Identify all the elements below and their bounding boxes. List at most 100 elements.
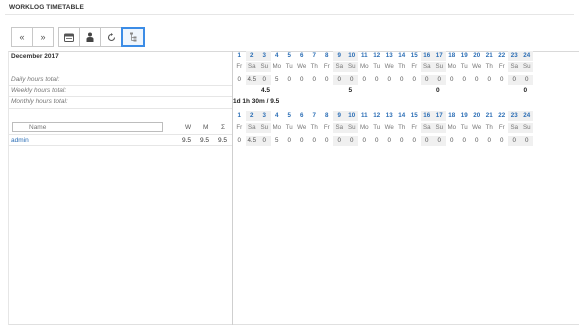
daily-total-cell: 0 — [508, 75, 521, 85]
weekly-total-value: 5 — [348, 87, 353, 94]
user-day-cell[interactable]: 0 — [358, 136, 371, 146]
day-number: 19 — [460, 112, 468, 119]
day-of-week: Su — [520, 62, 533, 72]
user-day-cell[interactable]: 0 — [408, 136, 421, 146]
col-head-total: Σ — [221, 124, 226, 131]
user-day-cell[interactable]: 0 — [496, 136, 509, 146]
day-number: 17 — [433, 51, 446, 61]
user-day-cell[interactable]: 0 — [383, 136, 396, 146]
user-day-cell[interactable]: 0 — [520, 136, 533, 146]
double-chevron-right-icon: » — [40, 32, 46, 42]
day-of-week: Fr — [498, 63, 505, 70]
daily-total-cell: 0 — [420, 75, 433, 85]
weekly-total-value: 0 — [436, 87, 440, 94]
day-number: 17 — [433, 111, 446, 121]
day-number: 13 — [385, 112, 393, 119]
daily-total-cell: 0 — [387, 76, 391, 83]
day-of-week: Th — [398, 63, 406, 70]
user-day-cell[interactable]: 0 — [471, 136, 484, 146]
user-day-cell[interactable]: 0 — [396, 136, 409, 146]
day-number: 1 — [237, 52, 241, 59]
day-of-week: We — [384, 124, 394, 131]
day-number: 23 — [508, 111, 521, 121]
user-day-cell[interactable]: 0 — [233, 136, 246, 146]
daily-total-cell: 0 — [433, 75, 446, 85]
day-of-week: Su — [520, 123, 533, 133]
daily-total-cell: 0 — [325, 76, 329, 83]
user-day-cell[interactable]: 0 — [433, 136, 446, 146]
day-of-week: Fr — [236, 63, 243, 70]
daily-total-cell: 0 — [258, 75, 271, 85]
day-of-week: We — [384, 63, 394, 70]
day-number: 21 — [485, 112, 493, 119]
panel-splitter[interactable] — [232, 51, 233, 325]
user-day-cell[interactable]: 0 — [321, 136, 334, 146]
day-number: 22 — [498, 52, 506, 59]
day-of-week: Su — [345, 123, 358, 133]
user-day-cell[interactable]: 0 — [508, 136, 521, 146]
day-number: 6 — [300, 52, 304, 59]
monthly-total-label: Monthly hours total: — [11, 98, 68, 105]
row-divider — [8, 96, 232, 97]
day-number: 5 — [287, 52, 291, 59]
user-day-cell[interactable]: 0 — [296, 136, 309, 146]
day-number: 8 — [325, 52, 329, 59]
refresh-button[interactable] — [100, 27, 122, 47]
user-day-cell[interactable]: 0 — [258, 136, 271, 146]
day-of-week: Tu — [285, 63, 293, 70]
daily-total-cell: 0 — [400, 76, 404, 83]
daily-total-cell: 0 — [333, 75, 346, 85]
monthly-total-value: 1d 1h 30m / 9.5 — [233, 98, 280, 105]
user-day-cell[interactable]: 4.5 — [245, 136, 258, 146]
day-of-week: We — [297, 124, 307, 131]
user-icon — [86, 32, 94, 42]
name-filter-input[interactable] — [12, 122, 163, 132]
day-number: 4 — [275, 112, 279, 119]
user-day-cell[interactable]: 0 — [483, 136, 496, 146]
day-of-week: Th — [310, 63, 318, 70]
day-number: 21 — [485, 52, 493, 59]
next-month-button[interactable]: » — [32, 27, 54, 47]
user-day-cell[interactable]: 0 — [308, 136, 321, 146]
day-of-week: Fr — [323, 63, 330, 70]
tree-view-button[interactable] — [121, 27, 145, 47]
user-day-cell[interactable]: 0 — [420, 136, 433, 146]
day-number: 16 — [420, 51, 433, 61]
day-number: 9 — [333, 111, 346, 121]
daily-total-cell: 0 — [412, 76, 416, 83]
day-of-week: Sa — [420, 62, 433, 72]
row-divider — [8, 134, 232, 135]
day-number: 20 — [473, 112, 481, 119]
tree-icon — [130, 32, 137, 42]
daily-total-cell: 0 — [312, 76, 316, 83]
day-of-week: Mo — [447, 63, 457, 70]
day-of-week: Fr — [411, 63, 418, 70]
daily-total-label: Daily hours total: — [11, 76, 60, 83]
daily-total-cell: 0 — [487, 76, 491, 83]
previous-month-button[interactable]: « — [11, 27, 33, 47]
calendar-button[interactable] — [58, 27, 80, 47]
user-day-cell[interactable]: 0 — [371, 136, 384, 146]
toolbar: « » — [11, 27, 145, 47]
daily-total-cell: 0 — [500, 76, 504, 83]
day-of-week: Tu — [460, 124, 468, 131]
user-button[interactable] — [79, 27, 101, 47]
day-of-week: Tu — [373, 124, 381, 131]
user-day-cell[interactable]: 0 — [458, 136, 471, 146]
day-of-week: Su — [258, 62, 271, 72]
user-day-cell[interactable]: 5 — [271, 136, 284, 146]
user-day-cell[interactable]: 0 — [345, 136, 358, 146]
user-day-cell[interactable]: 0 — [283, 136, 296, 146]
user-day-cell[interactable]: 0 — [446, 136, 459, 146]
daily-total-cell: 0 — [450, 76, 454, 83]
day-number: 3 — [258, 51, 271, 61]
daily-total-cell: 0 — [287, 76, 291, 83]
day-of-week: Fr — [323, 124, 330, 131]
day-number: 8 — [325, 112, 329, 119]
day-number: 5 — [287, 112, 291, 119]
user-day-cell[interactable]: 0 — [333, 136, 346, 146]
day-of-week: Sa — [245, 62, 258, 72]
daily-total-cell: 0 — [520, 75, 533, 85]
double-chevron-left-icon: « — [19, 32, 25, 42]
user-link-admin[interactable]: admin — [11, 137, 29, 144]
